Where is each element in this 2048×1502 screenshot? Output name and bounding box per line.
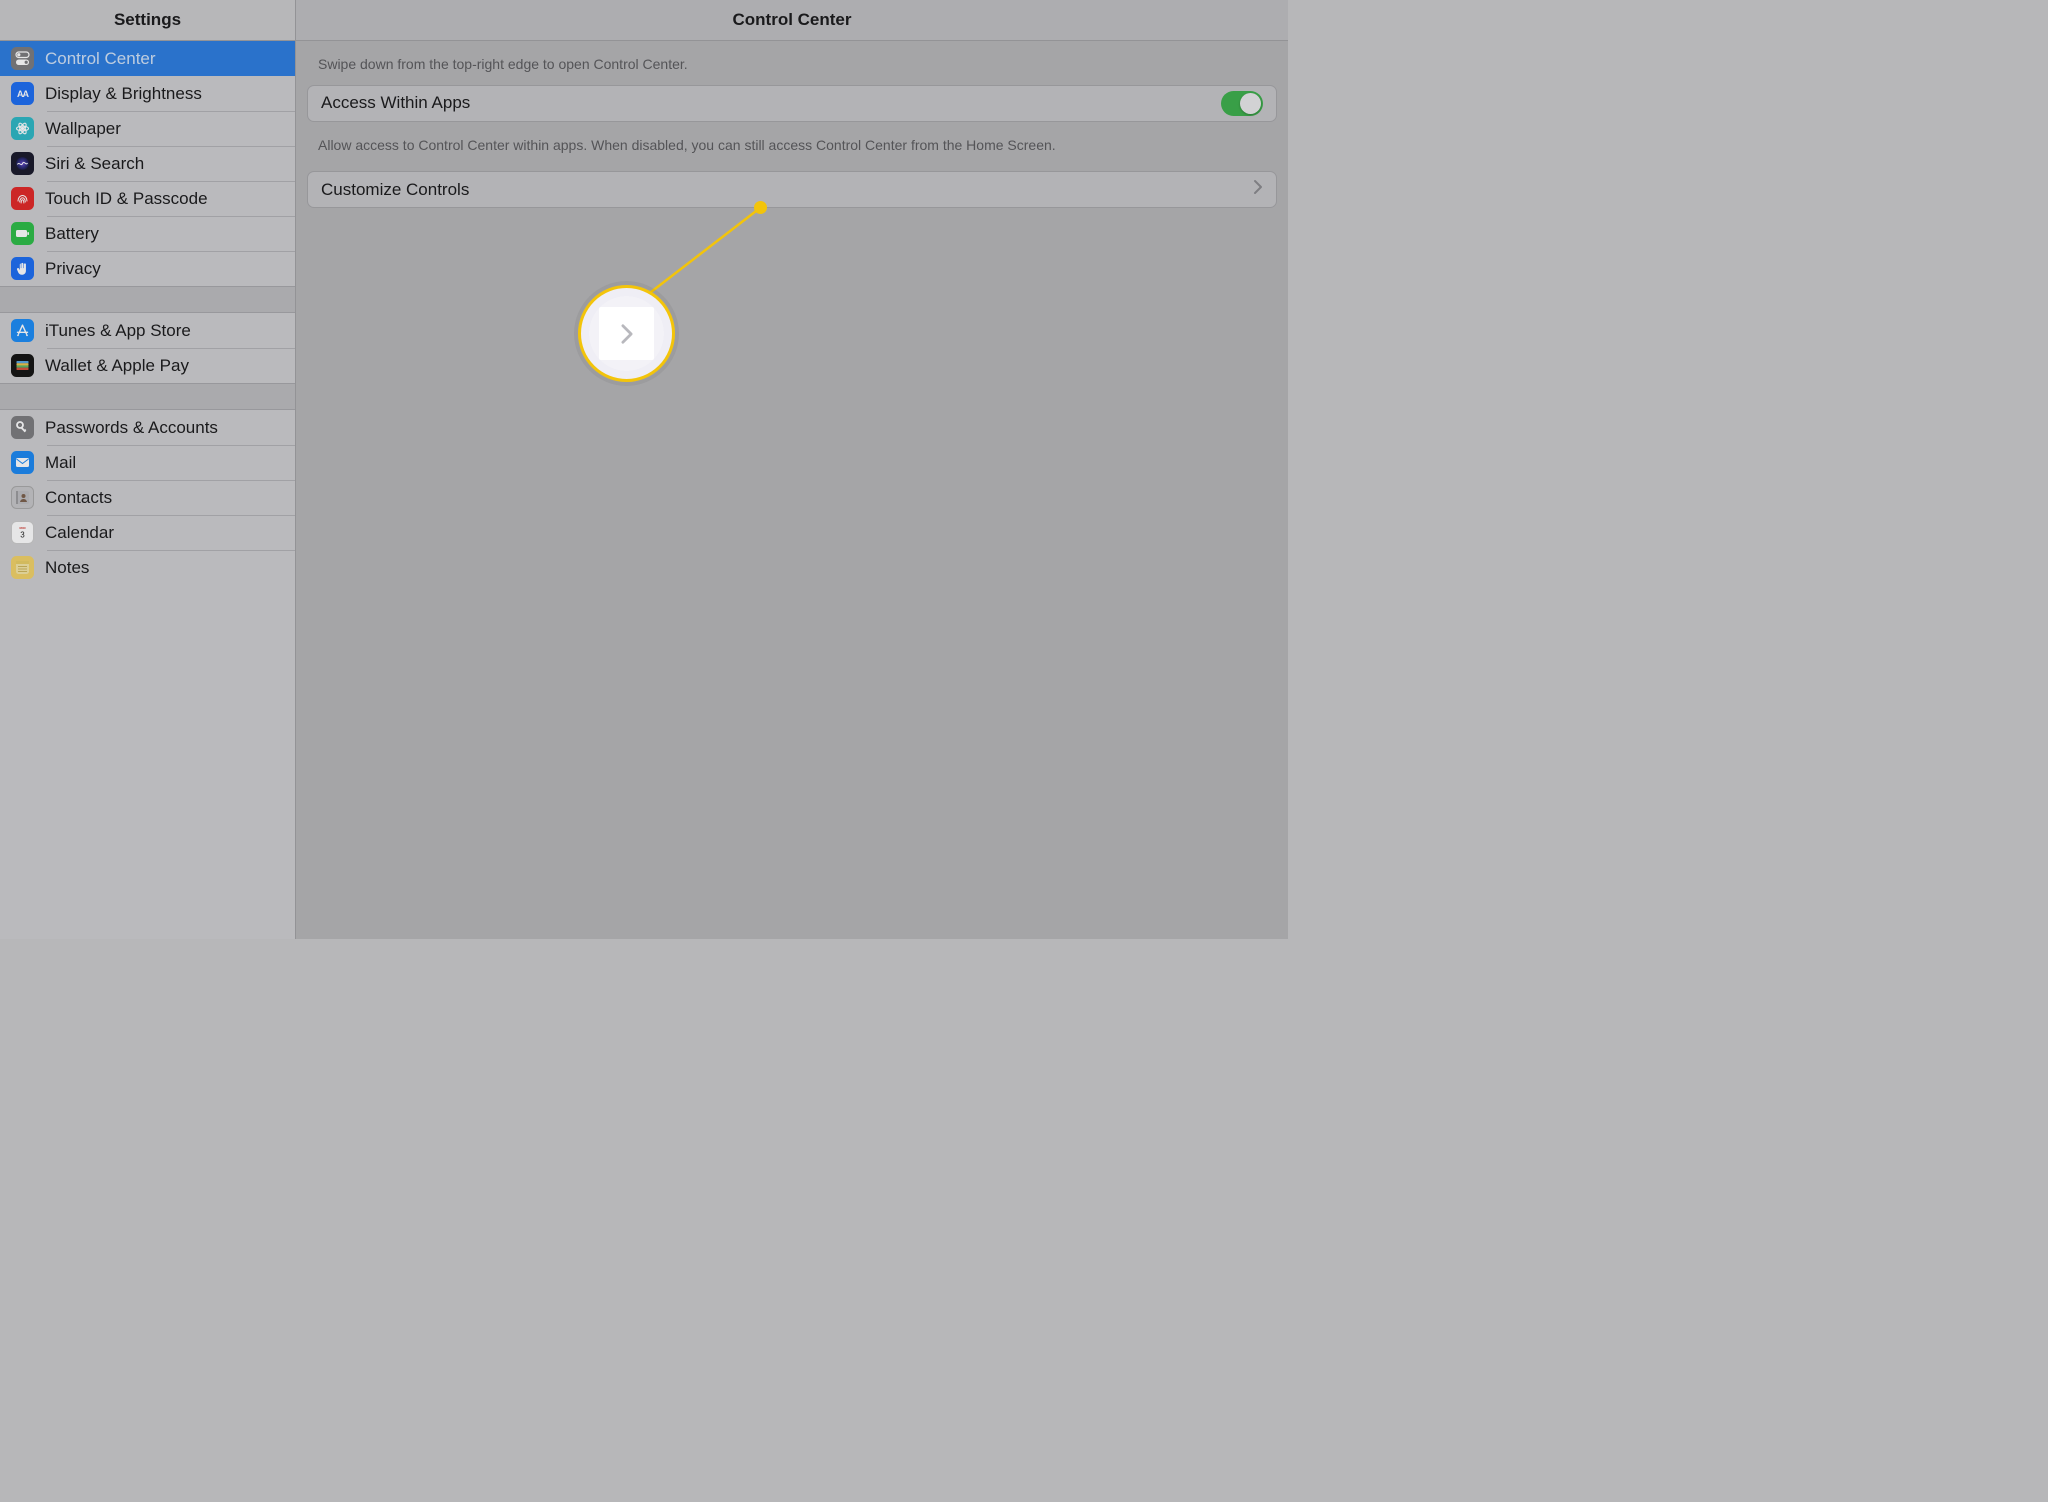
toggles-icon (11, 47, 34, 70)
sidebar-item-wallpaper[interactable]: Wallpaper (0, 111, 295, 146)
sidebar-item-label: Calendar (45, 523, 114, 543)
sidebar-item-itunes[interactable]: iTunes & App Store (0, 313, 295, 348)
sidebar-item-label: Wallet & Apple Pay (45, 356, 189, 376)
sidebar-item-calendar[interactable]: Calendar (0, 515, 295, 550)
access-within-apps-card: Access Within Apps (307, 85, 1277, 122)
sidebar-item-siri[interactable]: Siri & Search (0, 146, 295, 181)
customize-controls-label: Customize Controls (321, 180, 1253, 200)
sidebar-item-label: Display & Brightness (45, 84, 202, 104)
sidebar-item-label: Contacts (45, 488, 112, 508)
customize-controls-row[interactable]: Customize Controls (308, 172, 1276, 207)
flower-icon (11, 117, 34, 140)
sidebar-item-mail[interactable]: Mail (0, 445, 295, 480)
sidebar-item-label: iTunes & App Store (45, 321, 191, 341)
mail-icon (11, 451, 34, 474)
sidebar-item-label: Wallpaper (45, 119, 121, 139)
sidebar-item-notes[interactable]: Notes (0, 550, 295, 585)
sidebar-item-display[interactable]: AA Display & Brightness (0, 76, 295, 111)
sidebar-item-battery[interactable]: Battery (0, 216, 295, 251)
calendar-icon (11, 521, 34, 544)
wallet-icon (11, 354, 34, 377)
sidebar-gap (0, 286, 295, 313)
callout-zoom-circle (578, 285, 675, 382)
sidebar-item-label: Battery (45, 224, 99, 244)
settings-screen: Settings Control Center AA Display & Bri… (0, 0, 1288, 939)
text-size-icon: AA (11, 82, 34, 105)
sidebar-item-label: Mail (45, 453, 76, 473)
sidebar-section: iTunes & App Store Wallet & Apple Pay (0, 313, 295, 383)
detail-content: Swipe down from the top-right edge to op… (296, 41, 1288, 208)
battery-icon (11, 222, 34, 245)
sidebar-item-label: Control Center (45, 49, 156, 69)
chevron-right-icon (1253, 179, 1263, 200)
detail-title: Control Center (296, 0, 1288, 41)
appstore-icon (11, 319, 34, 342)
contacts-icon (11, 486, 34, 509)
access-hint-text: Allow access to Control Center within ap… (307, 122, 1277, 166)
detail-pane: Control Center Swipe down from the top-r… (296, 0, 1288, 939)
callout-anchor-dot (754, 201, 767, 214)
access-within-apps-row[interactable]: Access Within Apps (308, 86, 1276, 121)
siri-icon (11, 152, 34, 175)
sidebar-item-contacts[interactable]: Contacts (0, 480, 295, 515)
sidebar-section: Control Center AA Display & Brightness W… (0, 41, 295, 286)
sidebar-item-touchid[interactable]: Touch ID & Passcode (0, 181, 295, 216)
sidebar-item-privacy[interactable]: Privacy (0, 251, 295, 286)
callout-mock-row (599, 307, 654, 360)
access-within-apps-toggle[interactable] (1221, 91, 1263, 116)
sidebar-item-label: Siri & Search (45, 154, 144, 174)
sidebar-section: Passwords & Accounts Mail Contacts Calen… (0, 410, 295, 585)
sidebar-item-label: Passwords & Accounts (45, 418, 218, 438)
top-hint-text: Swipe down from the top-right edge to op… (307, 41, 1277, 85)
chevron-right-icon (620, 323, 634, 345)
sidebar-title: Settings (0, 0, 295, 41)
access-within-apps-label: Access Within Apps (321, 93, 1221, 113)
fingerprint-icon (11, 187, 34, 210)
hand-icon (11, 257, 34, 280)
sidebar-item-passwords[interactable]: Passwords & Accounts (0, 410, 295, 445)
notes-icon (11, 556, 34, 579)
sidebar-item-label: Privacy (45, 259, 101, 279)
sidebar-gap (0, 383, 295, 410)
sidebar-item-control-center[interactable]: Control Center (0, 41, 295, 76)
toggle-knob (1240, 93, 1261, 114)
key-icon (11, 416, 34, 439)
settings-sidebar: Settings Control Center AA Display & Bri… (0, 0, 296, 939)
sidebar-item-label: Touch ID & Passcode (45, 189, 208, 209)
sidebar-item-label: Notes (45, 558, 89, 578)
sidebar-item-wallet[interactable]: Wallet & Apple Pay (0, 348, 295, 383)
customize-controls-card: Customize Controls (307, 171, 1277, 208)
